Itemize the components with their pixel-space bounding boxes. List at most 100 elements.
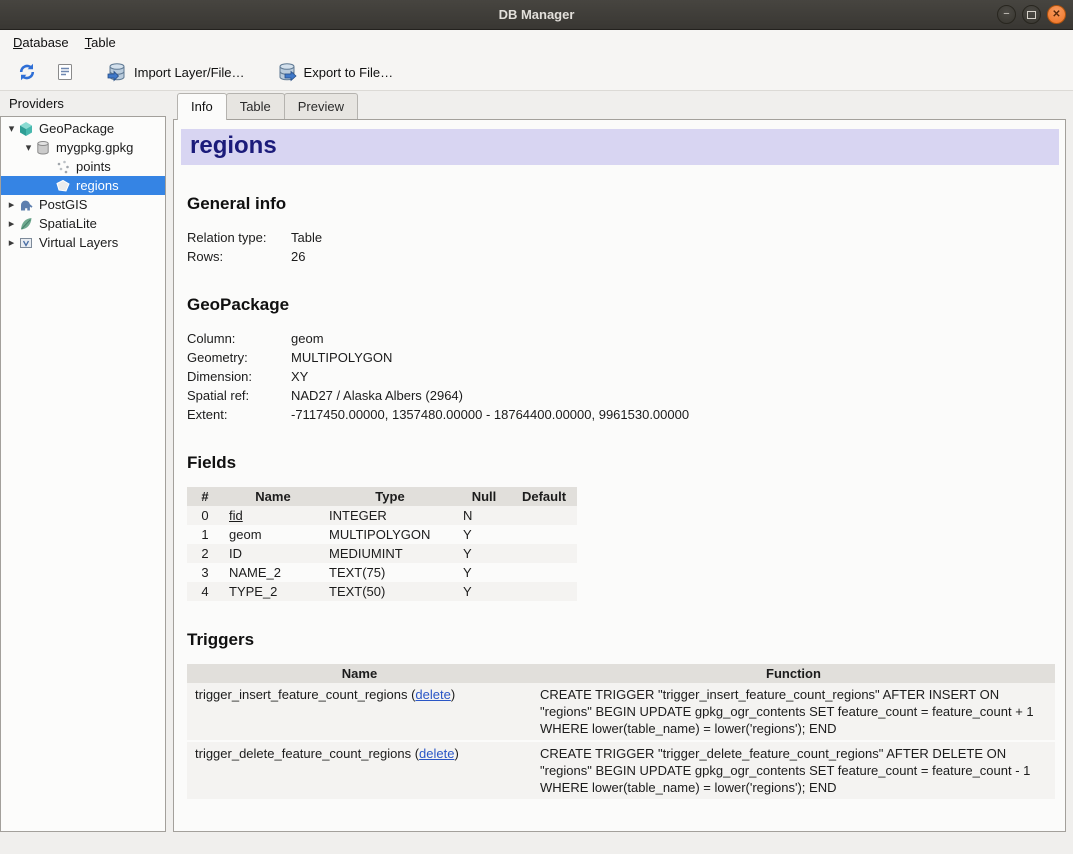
field-type: INTEGER — [323, 506, 457, 525]
sql-window-icon — [55, 62, 75, 82]
column-header: Name — [223, 487, 323, 506]
field-num: 2 — [187, 544, 223, 563]
refresh-button[interactable] — [9, 57, 45, 87]
delete-trigger-link[interactable]: delete — [415, 687, 450, 702]
tree-item-label: GeoPackage — [39, 121, 114, 136]
providers-title: Providers — [0, 93, 166, 116]
tree-item-label: PostGIS — [39, 197, 87, 212]
field-default — [511, 582, 577, 601]
menu-database-mnemonic: D — [13, 35, 22, 50]
tree-item-virtual-layers[interactable]: Virtual Layers — [1, 233, 165, 252]
tree-item-label: Virtual Layers — [39, 235, 118, 250]
menu-table[interactable]: Table — [77, 32, 124, 53]
column-header: Name — [187, 664, 532, 683]
tab-table[interactable]: Table — [226, 93, 285, 119]
field-num: 3 — [187, 563, 223, 582]
tree-item-mygpkg[interactable]: mygpkg.gpkg — [1, 138, 165, 157]
spatialite-icon — [18, 216, 34, 232]
import-layer-button[interactable]: Import Layer/File… — [99, 57, 252, 87]
window-title: DB Manager — [499, 7, 575, 22]
tab-info[interactable]: Info — [177, 93, 227, 120]
tree-item-regions[interactable]: regions — [1, 176, 165, 195]
polygon-layer-icon — [55, 178, 71, 194]
info-label: Geometry: — [187, 348, 291, 367]
trigger-function: CREATE TRIGGER "trigger_insert_feature_c… — [532, 683, 1055, 741]
geopackage-icon — [18, 121, 34, 137]
column-header: Null — [457, 487, 511, 506]
tree-item-spatialite[interactable]: SpatiaLite — [1, 214, 165, 233]
collapse-arrow-icon[interactable] — [5, 122, 18, 135]
info-label: Dimension: — [187, 367, 291, 386]
export-file-label: Export to File… — [304, 65, 394, 80]
tree-item-points[interactable]: points — [1, 157, 165, 176]
triggers-section: Triggers Name Function tr — [181, 630, 1059, 801]
table-row: 0 fid INTEGER N — [187, 506, 577, 525]
column-header: Type — [323, 487, 457, 506]
tree-item-postgis[interactable]: PostGIS — [1, 195, 165, 214]
info-value: 26 — [291, 247, 305, 266]
window-controls — [997, 5, 1066, 24]
expand-arrow-icon[interactable] — [5, 236, 18, 249]
info-label: Rows: — [187, 247, 291, 266]
info-value: -7117450.00000, 1357480.00000 - 18764400… — [291, 405, 689, 424]
sql-window-button[interactable] — [48, 58, 82, 86]
postgis-icon — [18, 197, 34, 213]
tree-item-label: SpatiaLite — [39, 216, 97, 231]
info-row: Geometry: MULTIPOLYGON — [187, 348, 1055, 367]
table-row: 4 TYPE_2 TEXT(50) Y — [187, 582, 577, 601]
trigger-name: trigger_delete_feature_count_regions ( — [195, 746, 419, 761]
tree-item-label: points — [76, 159, 111, 174]
delete-trigger-link[interactable]: delete — [419, 746, 454, 761]
column-header: # — [187, 487, 223, 506]
tree-item-geopackage[interactable]: GeoPackage — [1, 119, 165, 138]
fields-heading: Fields — [187, 453, 1055, 473]
trigger-name: trigger_insert_feature_count_regions ( — [195, 687, 415, 702]
info-row: Relation type: Table — [187, 228, 1055, 247]
column-header: Function — [532, 664, 1055, 683]
refresh-icon — [16, 61, 38, 83]
import-database-icon — [106, 61, 128, 83]
info-row: Dimension: XY — [187, 367, 1055, 386]
virtual-layers-icon — [18, 235, 34, 251]
field-type: MEDIUMINT — [323, 544, 457, 563]
providers-panel: Providers GeoPackage — [0, 93, 166, 832]
field-null: Y — [457, 525, 511, 544]
general-info-section: General info Relation type: Table Rows: … — [181, 194, 1059, 266]
export-database-icon — [276, 61, 298, 83]
triggers-heading: Triggers — [187, 630, 1055, 650]
info-label: Column: — [187, 329, 291, 348]
expand-arrow-icon[interactable] — [5, 198, 18, 211]
info-value: geom — [291, 329, 324, 348]
trigger-function: CREATE TRIGGER "trigger_delete_feature_c… — [532, 741, 1055, 800]
field-null: Y — [457, 544, 511, 563]
field-default — [511, 563, 577, 582]
toolbar: Import Layer/File… Export to File… — [0, 54, 1073, 91]
database-file-icon — [35, 140, 51, 156]
menu-database[interactable]: Database — [5, 32, 77, 53]
collapse-arrow-icon[interactable] — [22, 141, 35, 154]
tree-item-label: regions — [76, 178, 119, 193]
field-num: 1 — [187, 525, 223, 544]
field-type: TEXT(50) — [323, 582, 457, 601]
minimize-icon[interactable] — [997, 5, 1016, 24]
menu-table-rest: able — [91, 35, 116, 50]
import-layer-label: Import Layer/File… — [134, 65, 245, 80]
tab-preview[interactable]: Preview — [284, 93, 358, 119]
field-null: Y — [457, 582, 511, 601]
titlebar[interactable]: DB Manager — [0, 0, 1073, 30]
trigger-name-suffix: ) — [454, 746, 458, 761]
info-label: Relation type: — [187, 228, 291, 247]
close-icon[interactable] — [1047, 5, 1066, 24]
general-info-heading: General info — [187, 194, 1055, 214]
tree-item-label: mygpkg.gpkg — [56, 140, 133, 155]
expand-arrow-icon[interactable] — [5, 217, 18, 230]
export-file-button[interactable]: Export to File… — [269, 57, 401, 87]
table-row: 3 NAME_2 TEXT(75) Y — [187, 563, 577, 582]
menu-database-rest: atabase — [22, 35, 68, 50]
field-null: N — [457, 506, 511, 525]
maximize-icon[interactable] — [1022, 5, 1041, 24]
field-name: ID — [223, 544, 323, 563]
field-num: 0 — [187, 506, 223, 525]
tabbar: Info Table Preview — [173, 93, 1066, 119]
geopackage-heading: GeoPackage — [187, 295, 1055, 315]
